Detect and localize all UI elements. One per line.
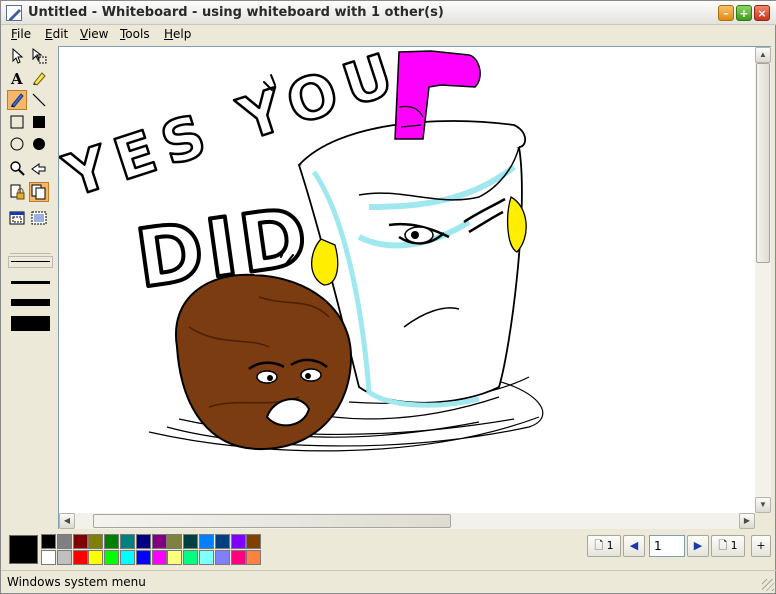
color-swatch[interactable] [151,550,167,565]
highlighter-icon[interactable] [29,68,49,88]
drawing: YES YOU DID [59,47,544,452]
menu-edit[interactable]: Edit [45,27,68,41]
color-swatch[interactable] [41,550,56,565]
close-button[interactable]: × [754,5,770,21]
color-swatch[interactable] [230,534,246,549]
status-text: Windows system menu [7,575,146,589]
color-swatch[interactable] [199,550,214,565]
whiteboard-canvas-frame: YES YOU DID ▲ ▼ ◀ ▶ [58,46,771,529]
whiteboard-app-icon[interactable] [6,5,22,21]
scroll-down-button[interactable]: ▼ [755,497,771,513]
first-page-button[interactable]: 🗋 1 [587,535,621,557]
menu-file[interactable]: File [11,27,31,41]
select-area-capture-icon[interactable] [29,208,49,228]
line-icon[interactable] [29,90,49,110]
select-arrow-icon[interactable] [7,46,27,66]
foreground-color[interactable] [9,535,38,564]
lock-contents-icon[interactable] [7,182,27,202]
synchronize-icon[interactable] [29,182,49,202]
maximize-button[interactable]: + [736,5,752,21]
color-swatch[interactable] [72,550,88,565]
color-swatch[interactable] [167,550,183,565]
rectangle-outline-icon[interactable] [7,112,27,132]
color-swatch[interactable] [214,550,230,565]
horizontal-scrollbar[interactable]: ◀ ▶ [59,513,755,529]
next-page-icon[interactable]: ▶ [687,535,709,557]
page-icon: 🗋 [718,539,728,552]
last-page-button[interactable]: 🗋 1 [711,535,745,557]
color-swatch[interactable] [72,534,88,549]
color-swatch[interactable] [199,534,214,549]
tool-separator [10,253,51,254]
ellipse-outline-icon[interactable] [7,134,27,154]
color-swatch[interactable] [56,534,72,549]
status-bar: Windows system menu [1,570,776,594]
horizontal-scroll-thumb[interactable] [93,514,451,528]
vertical-scroll-thumb[interactable] [756,63,770,263]
color-swatch[interactable] [135,534,151,549]
menu-bar: File Edit View Tools Help [1,25,776,44]
color-swatch[interactable] [246,550,262,565]
color-swatch[interactable] [151,534,167,549]
first-page-label: 1 [606,539,614,552]
remote-pointer-icon[interactable] [29,158,49,178]
line-width-thick[interactable] [8,295,53,309]
insert-page-icon[interactable]: + [751,535,771,557]
rectangle-filled-icon[interactable] [29,112,49,132]
scroll-left-button[interactable]: ◀ [59,513,75,529]
window-title: Untitled - Whiteboard - using whiteboard… [28,5,444,20]
prev-page-icon[interactable]: ◀ [623,535,645,557]
color-swatch[interactable] [120,534,135,549]
minimize-button[interactable]: – [718,5,734,21]
color-swatch[interactable] [56,550,72,565]
menu-help[interactable]: Help [164,27,191,41]
color-swatch[interactable] [246,534,262,549]
color-swatch[interactable] [183,550,199,565]
text-tool-icon[interactable]: A [7,68,27,88]
line-width-thickest[interactable] [8,313,53,333]
last-page-label: 1 [730,539,738,552]
color-swatch[interactable] [214,534,230,549]
color-palette [7,533,277,567]
meatwad-character [174,273,353,451]
resize-grip[interactable] [762,579,774,591]
color-swatch[interactable] [104,550,120,565]
page-number-input[interactable] [649,535,685,557]
svg-text:A: A [10,70,23,86]
vertical-scrollbar[interactable]: ▲ ▼ [755,47,771,513]
select-area-icon[interactable] [29,46,49,66]
ellipse-filled-icon[interactable] [29,134,49,154]
color-swatch[interactable] [183,534,199,549]
page-navigator: 🗋 1 ◀ ▶ 🗋 1 + [587,535,773,559]
color-swatch[interactable] [88,550,104,565]
scroll-up-button[interactable]: ▲ [755,47,771,63]
zoom-icon[interactable] [7,158,27,178]
menu-tools[interactable]: Tools [120,27,150,41]
scroll-right-button[interactable]: ▶ [739,513,755,529]
color-swatch[interactable] [167,534,183,549]
color-swatch[interactable] [120,550,135,565]
select-window-icon[interactable] [7,208,27,228]
color-swatch[interactable] [230,550,246,565]
toolbox: A [5,46,55,341]
scroll-corner [755,513,771,529]
pen-icon[interactable] [7,90,27,110]
color-swatch[interactable] [135,550,151,565]
menu-view[interactable]: View [80,27,108,41]
line-width-thin[interactable] [8,256,53,268]
color-swatch[interactable] [88,534,104,549]
color-swatch[interactable] [104,534,120,549]
whiteboard-window: Untitled - Whiteboard - using whiteboard… [0,0,776,594]
title-bar[interactable]: Untitled - Whiteboard - using whiteboard… [1,1,776,25]
color-swatch[interactable] [41,534,56,549]
line-width-medium[interactable] [8,276,53,288]
whiteboard-canvas[interactable]: YES YOU DID [59,47,755,513]
page-icon: 🗋 [594,539,604,552]
